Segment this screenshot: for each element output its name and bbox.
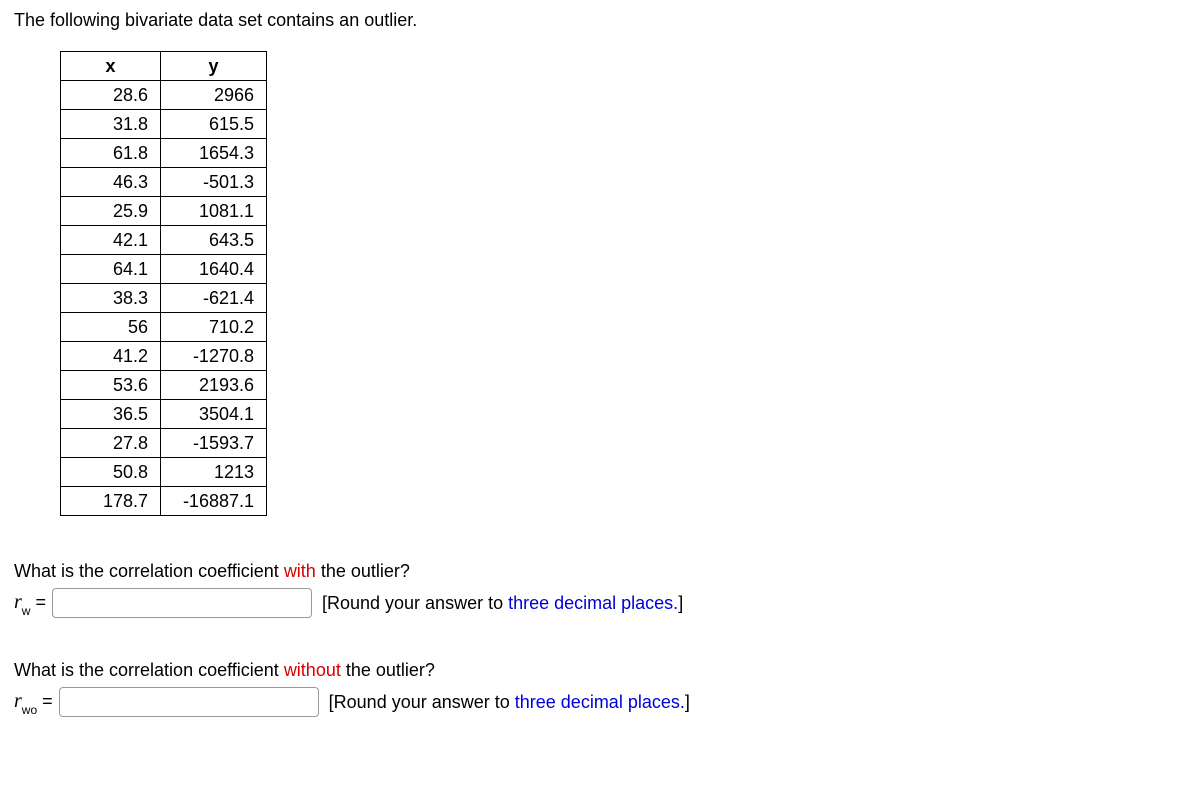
q1-emph: with bbox=[284, 561, 316, 581]
r-label-without: rwo = bbox=[14, 690, 53, 715]
table-row: 64.11640.4 bbox=[61, 255, 267, 284]
table-row: 38.3-621.4 bbox=[61, 284, 267, 313]
r-label-with: rw = bbox=[14, 591, 46, 616]
cell-x: 38.3 bbox=[61, 284, 161, 313]
cell-x: 25.9 bbox=[61, 197, 161, 226]
table-row: 178.7-16887.1 bbox=[61, 487, 267, 516]
table-row: 41.2-1270.8 bbox=[61, 342, 267, 371]
answer-input-with[interactable] bbox=[52, 588, 312, 618]
q1-suffix: the outlier? bbox=[316, 561, 410, 581]
cell-y: 2193.6 bbox=[161, 371, 267, 400]
cell-x: 64.1 bbox=[61, 255, 161, 284]
cell-x: 53.6 bbox=[61, 371, 161, 400]
cell-x: 31.8 bbox=[61, 110, 161, 139]
table-row: 28.62966 bbox=[61, 81, 267, 110]
table-row: 36.53504.1 bbox=[61, 400, 267, 429]
cell-x: 36.5 bbox=[61, 400, 161, 429]
cell-x: 27.8 bbox=[61, 429, 161, 458]
data-table: x y 28.6296631.8615.561.81654.346.3-501.… bbox=[60, 51, 267, 516]
col-header-y: y bbox=[161, 52, 267, 81]
cell-x: 61.8 bbox=[61, 139, 161, 168]
cell-y: 710.2 bbox=[161, 313, 267, 342]
cell-y: -501.3 bbox=[161, 168, 267, 197]
answer-row-without: rwo = [Round your answer to three decima… bbox=[14, 687, 1186, 717]
col-header-x: x bbox=[61, 52, 161, 81]
table-row: 50.81213 bbox=[61, 458, 267, 487]
cell-x: 56 bbox=[61, 313, 161, 342]
table-row: 61.81654.3 bbox=[61, 139, 267, 168]
cell-y: 3504.1 bbox=[161, 400, 267, 429]
cell-x: 50.8 bbox=[61, 458, 161, 487]
cell-y: 2966 bbox=[161, 81, 267, 110]
question-without-outlier: What is the correlation coefficient with… bbox=[14, 660, 1186, 681]
cell-y: -1270.8 bbox=[161, 342, 267, 371]
cell-x: 28.6 bbox=[61, 81, 161, 110]
cell-x: 178.7 bbox=[61, 487, 161, 516]
cell-y: 1654.3 bbox=[161, 139, 267, 168]
table-row: 31.8615.5 bbox=[61, 110, 267, 139]
cell-y: -1593.7 bbox=[161, 429, 267, 458]
table-row: 56710.2 bbox=[61, 313, 267, 342]
hint-with: [Round your answer to three decimal plac… bbox=[322, 593, 683, 614]
cell-y: 1213 bbox=[161, 458, 267, 487]
table-row: 42.1643.5 bbox=[61, 226, 267, 255]
q2-emph: without bbox=[284, 660, 341, 680]
intro-text: The following bivariate data set contain… bbox=[14, 10, 1186, 31]
table-header-row: x y bbox=[61, 52, 267, 81]
q2-suffix: the outlier? bbox=[341, 660, 435, 680]
table-row: 25.91081.1 bbox=[61, 197, 267, 226]
cell-y: 643.5 bbox=[161, 226, 267, 255]
question-with-outlier: What is the correlation coefficient with… bbox=[14, 561, 1186, 582]
q2-prefix: What is the correlation coefficient bbox=[14, 660, 284, 680]
cell-y: -16887.1 bbox=[161, 487, 267, 516]
answer-input-without[interactable] bbox=[59, 687, 319, 717]
q1-prefix: What is the correlation coefficient bbox=[14, 561, 284, 581]
answer-row-with: rw = [Round your answer to three decimal… bbox=[14, 588, 1186, 618]
cell-y: -621.4 bbox=[161, 284, 267, 313]
cell-x: 41.2 bbox=[61, 342, 161, 371]
cell-y: 1081.1 bbox=[161, 197, 267, 226]
table-row: 53.62193.6 bbox=[61, 371, 267, 400]
cell-y: 1640.4 bbox=[161, 255, 267, 284]
table-row: 46.3-501.3 bbox=[61, 168, 267, 197]
hint-without: [Round your answer to three decimal plac… bbox=[329, 692, 690, 713]
table-row: 27.8-1593.7 bbox=[61, 429, 267, 458]
cell-x: 46.3 bbox=[61, 168, 161, 197]
cell-x: 42.1 bbox=[61, 226, 161, 255]
cell-y: 615.5 bbox=[161, 110, 267, 139]
